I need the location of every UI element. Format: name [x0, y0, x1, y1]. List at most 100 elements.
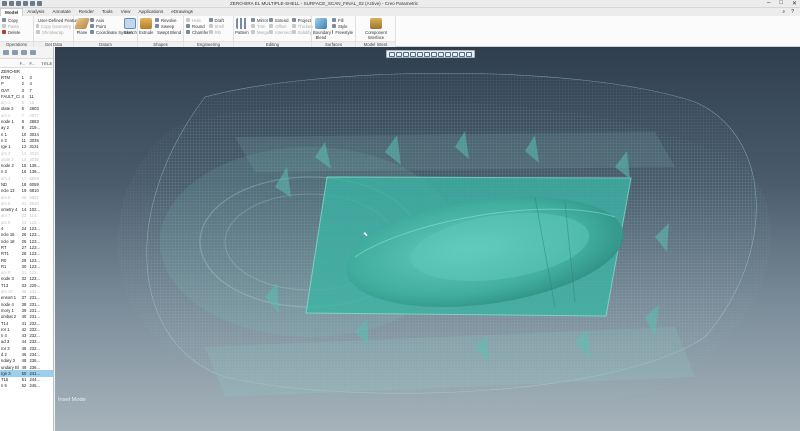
tree-row[interactable]: FAULT_CS4 11: [0, 93, 53, 99]
tree-row[interactable]: ND 18 6059: [0, 181, 53, 187]
tree-col-f2[interactable]: F...: [29, 61, 41, 66]
graphics-window[interactable]: Inset Mode ⬉: [55, 47, 800, 431]
minimize-button[interactable]: –: [767, 0, 770, 7]
save-icon[interactable]: [16, 1, 21, 6]
tree-row[interactable]: n 3 16 136...: [0, 169, 53, 175]
tree-row[interactable]: am 9 31 123...: [0, 270, 53, 276]
tree-col-title[interactable]: TITLE: [41, 61, 53, 66]
tree-row[interactable]: ror 3 45 232...: [0, 345, 53, 351]
sketch-button[interactable]: Sketch: [124, 18, 137, 35]
swept-blend-button[interactable]: Swept Blend: [155, 29, 181, 35]
close-button[interactable]: ✕: [792, 0, 797, 7]
tree-row[interactable]: T13 33 229...: [0, 282, 53, 288]
tree-row[interactable]: n 2 11 3035: [0, 137, 53, 143]
tree-row[interactable]: ensort 1 37 231...: [0, 295, 53, 301]
tab-edrawings[interactable]: eDrawings: [167, 8, 197, 16]
tree-row[interactable]: am 6 21 6940: [0, 200, 53, 206]
annotation-display-icon[interactable]: [452, 52, 458, 57]
tree-row[interactable]: ror 1 42 232...: [0, 326, 53, 332]
copy-geometry-button[interactable]: Copy Geometry: [36, 23, 71, 29]
tree-row[interactable]: T14 41 232...: [0, 320, 53, 326]
tab-render[interactable]: Render: [75, 8, 98, 16]
command-search-icon[interactable]: ⌕: [782, 9, 785, 15]
tree-row[interactable]: 4 24 123...: [0, 225, 53, 231]
undo-icon[interactable]: [23, 1, 28, 6]
tree-row[interactable]: ncle 18 26 123...: [0, 238, 53, 244]
tree-row[interactable]: ncle 16 26 123...: [0, 232, 53, 238]
spin-center-icon[interactable]: [459, 52, 465, 57]
tree-row[interactable]: ad 3 44 232...: [0, 339, 53, 345]
regenerate-icon[interactable]: [37, 1, 42, 6]
tree-row[interactable]: am 4 17 6959: [0, 175, 53, 181]
tree-row[interactable]: rge 3 50 241...: [0, 370, 53, 377]
tree-row[interactable]: ometry 4 14 102...: [0, 207, 53, 213]
new-file-icon[interactable]: [2, 1, 7, 6]
tree-filter-icon[interactable]: [21, 50, 27, 55]
tree-row[interactable]: undary Bl 49 236...: [0, 364, 53, 370]
tree-row[interactable]: am 8 23 123...: [0, 219, 53, 225]
zoom-in-icon[interactable]: [396, 52, 402, 57]
tree-row[interactable]: olate 2 6 2803: [0, 106, 53, 112]
tree-row[interactable]: n 1 10 3024: [0, 131, 53, 137]
tree-row[interactable]: olate 3 14 4039: [0, 156, 53, 162]
tree-row[interactable]: am 1 5 15: [0, 99, 53, 105]
open-file-icon[interactable]: [9, 1, 14, 6]
tree-row[interactable]: R1 30 123...: [0, 263, 53, 269]
zoom-out-icon[interactable]: [403, 52, 409, 57]
tab-annotate[interactable]: Annotate: [48, 8, 74, 16]
boundary-blend-button[interactable]: Boundary Blend: [313, 18, 331, 40]
tree-row[interactable]: node 4 38 231...: [0, 301, 53, 307]
view-manager-icon[interactable]: [431, 52, 437, 57]
tree-row[interactable]: am 2 7 2877: [0, 112, 53, 118]
tree-row[interactable]: am 3 13 4010: [0, 150, 53, 156]
maximize-button[interactable]: □: [779, 0, 783, 7]
tree-row[interactable]: T15 51 244...: [0, 377, 53, 383]
solidify-button[interactable]: Solidify: [291, 29, 313, 35]
tree-row[interactable]: n 5 52 245...: [0, 383, 53, 389]
help-icon[interactable]: ?: [791, 9, 794, 15]
display-style-icon[interactable]: [417, 52, 423, 57]
tree-row[interactable]: RTM 1 3: [0, 74, 53, 80]
tree-row[interactable]: am 5 20 6891: [0, 194, 53, 200]
delete-button[interactable]: Delete: [2, 29, 31, 35]
tree-row[interactable]: ndary 3 48 236...: [0, 358, 53, 364]
tree-row[interactable]: R0 29 123...: [0, 257, 53, 263]
intersect-button[interactable]: Intersect: [269, 29, 292, 35]
tree-row[interactable]: ombat 2 40 231...: [0, 314, 53, 320]
model-viewport[interactable]: [55, 47, 800, 431]
tree-row[interactable]: ay 2 9 219...: [0, 125, 53, 131]
tree-row[interactable]: n 4 43 232...: [0, 332, 53, 338]
playback-icon[interactable]: [466, 52, 472, 57]
tab-analysis[interactable]: Analysis: [23, 8, 48, 16]
tree-columns-icon[interactable]: [12, 50, 18, 55]
tree-row[interactable]: OAT 3 7: [0, 87, 53, 93]
extrude-button[interactable]: Extrude: [139, 18, 153, 35]
tree-row[interactable]: RT1 28 123...: [0, 251, 53, 257]
tab-view[interactable]: View: [117, 8, 135, 16]
pattern-button[interactable]: Pattern: [235, 18, 249, 35]
chamfer-button[interactable]: Chamfer: [186, 29, 209, 35]
tree-show-icon[interactable]: [30, 50, 36, 55]
tree-row[interactable]: RT 27 123...: [0, 244, 53, 250]
redo-icon[interactable]: [30, 1, 35, 6]
plane-button[interactable]: Plane: [73, 18, 91, 35]
freestyle-button[interactable]: Freestyle: [332, 29, 353, 35]
rib-button[interactable]: Rib: [208, 29, 232, 35]
user-defined-feature-button[interactable]: User-Defined Feature: [36, 17, 79, 23]
tree-row[interactable]: d 2 46 234...: [0, 351, 53, 357]
tree-row[interactable]: node 2 15 136...: [0, 162, 53, 168]
tree-row[interactable]: rge 1 12 3131: [0, 144, 53, 150]
tree-row[interactable]: ncle 13 19 6810: [0, 188, 53, 194]
refit-icon[interactable]: [389, 52, 395, 57]
tab-applications[interactable]: Applications: [134, 8, 167, 16]
tree-row[interactable]: node 1 8 2883: [0, 118, 53, 124]
tree-row[interactable]: am 10 36 231...: [0, 288, 53, 294]
tree-settings-icon[interactable]: [3, 50, 9, 55]
tree-row[interactable]: node 3 32 123...: [0, 276, 53, 282]
shrinkwrap-button[interactable]: Shrinkwrap: [36, 29, 71, 35]
tab-model[interactable]: Model: [0, 8, 24, 16]
tree-row[interactable]: mory 1 39 231...: [0, 307, 53, 313]
tree-row[interactable]: P 24: [0, 81, 53, 87]
tree-col-f1[interactable]: F...: [20, 61, 30, 66]
tree-row[interactable]: am 7 22 114...: [0, 213, 53, 219]
